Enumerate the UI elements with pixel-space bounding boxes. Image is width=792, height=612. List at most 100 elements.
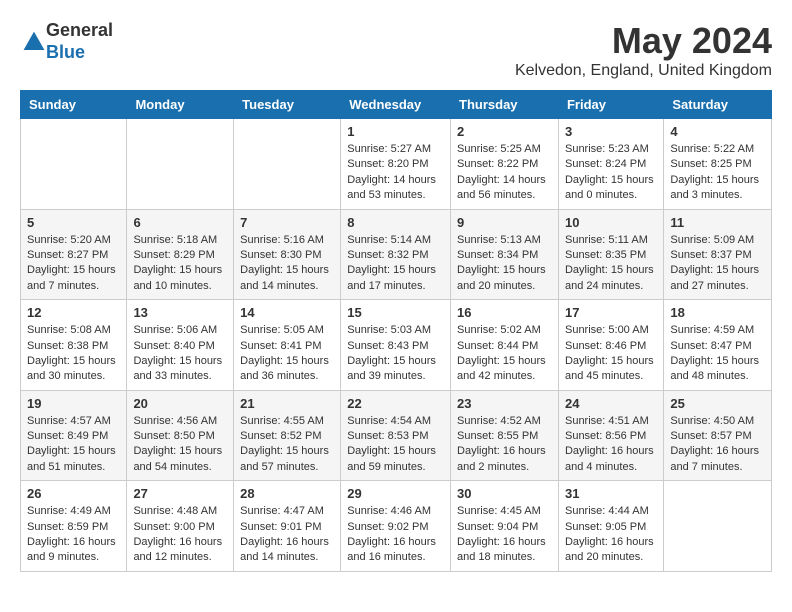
day-info: Sunrise: 5:02 AMSunset: 8:44 PMDaylight:… [457, 323, 552, 385]
calendar-cell: 16 Sunrise: 5:02 AMSunset: 8:44 PMDayligh… [451, 300, 559, 391]
day-info: Sunrise: 5:09 AMSunset: 8:37 PMDaylight:… [670, 233, 765, 295]
calendar-cell: 5Sunrise: 5:20 AMSunset: 8:27 PMDaylight… [21, 209, 127, 300]
day-info: Sunrise: 5:03 AMSunset: 8:43 PMDaylight:… [347, 323, 444, 385]
calendar-week-row: 5Sunrise: 5:20 AMSunset: 8:27 PMDaylight… [21, 209, 772, 300]
day-of-week-header: Monday [127, 91, 234, 119]
calendar-cell: 23 Sunrise: 4:52 AMSunset: 8:55 PMDayligh… [451, 390, 559, 481]
day-number: 19 [27, 396, 120, 411]
calendar-table: SundayMondayTuesdayWednesdayThursdayFrid… [20, 90, 772, 572]
day-number: 23 [457, 396, 552, 411]
calendar-cell: 29 Sunrise: 4:46 AMSunset: 9:02 PMDayligh… [341, 481, 451, 572]
day-number: 29 [347, 486, 444, 501]
day-info: Sunrise: 5:23 AMSunset: 8:24 PMDaylight:… [565, 142, 657, 204]
day-number: 26 [27, 486, 120, 501]
title-area: May 2024 Kelvedon, England, United Kingd… [515, 20, 772, 80]
day-info: Sunrise: 4:48 AMSunset: 9:00 PMDaylight:… [133, 504, 227, 566]
day-info: Sunrise: 4:44 AMSunset: 9:05 PMDaylight:… [565, 504, 657, 566]
calendar-cell: 26 Sunrise: 4:49 AMSunset: 8:59 PMDayligh… [21, 481, 127, 572]
day-number: 10 [565, 215, 657, 230]
day-number: 6 [133, 215, 227, 230]
day-number: 18 [670, 305, 765, 320]
day-number: 8 [347, 215, 444, 230]
day-info: Sunrise: 4:47 AMSunset: 9:01 PMDaylight:… [240, 504, 334, 566]
day-info: Sunrise: 5:13 AMSunset: 8:34 PMDaylight:… [457, 233, 552, 295]
day-number: 1 [347, 124, 444, 139]
day-number: 22 [347, 396, 444, 411]
day-number: 7 [240, 215, 334, 230]
calendar-cell [21, 119, 127, 210]
day-of-week-header: Friday [558, 91, 663, 119]
day-info: Sunrise: 4:49 AMSunset: 8:59 PMDaylight:… [27, 504, 120, 566]
day-info: Sunrise: 5:22 AMSunset: 8:25 PMDaylight:… [670, 142, 765, 204]
day-number: 5 [27, 215, 120, 230]
calendar-cell: 24Sunrise: 4:51 AMSunset: 8:56 PMDayligh… [558, 390, 663, 481]
location: Kelvedon, England, United Kingdom [515, 62, 772, 80]
day-number: 28 [240, 486, 334, 501]
day-info: Sunrise: 4:46 AMSunset: 9:02 PMDaylight:… [347, 504, 444, 566]
day-of-week-header: Saturday [664, 91, 772, 119]
calendar-cell: 14 Sunrise: 5:05 AMSunset: 8:41 PMDayligh… [234, 300, 341, 391]
calendar-cell [664, 481, 772, 572]
calendar-cell: 22 Sunrise: 4:54 AMSunset: 8:53 PMDayligh… [341, 390, 451, 481]
day-info: Sunrise: 4:57 AMSunset: 8:49 PMDaylight:… [27, 414, 120, 476]
day-number: 3 [565, 124, 657, 139]
calendar-header-row: SundayMondayTuesdayWednesdayThursdayFrid… [21, 91, 772, 119]
calendar-cell: 30Sunrise: 4:45 AMSunset: 9:04 PMDayligh… [451, 481, 559, 572]
day-number: 9 [457, 215, 552, 230]
calendar-cell: 25Sunrise: 4:50 AMSunset: 8:57 PMDayligh… [664, 390, 772, 481]
day-info: Sunrise: 4:52 AMSunset: 8:55 PMDaylight:… [457, 414, 552, 476]
calendar-cell: 13Sunrise: 5:06 AMSunset: 8:40 PMDayligh… [127, 300, 234, 391]
calendar-cell: 18 Sunrise: 4:59 AMSunset: 8:47 PMDayligh… [664, 300, 772, 391]
day-number: 16 [457, 305, 552, 320]
calendar-cell: 19 Sunrise: 4:57 AMSunset: 8:49 PMDayligh… [21, 390, 127, 481]
calendar-cell: 6Sunrise: 5:18 AMSunset: 8:29 PMDaylight… [127, 209, 234, 300]
day-number: 20 [133, 396, 227, 411]
day-info: Sunrise: 5:05 AMSunset: 8:41 PMDaylight:… [240, 323, 334, 385]
calendar-cell: 21Sunrise: 4:55 AMSunset: 8:52 PMDayligh… [234, 390, 341, 481]
day-info: Sunrise: 4:56 AMSunset: 8:50 PMDaylight:… [133, 414, 227, 476]
calendar-cell: 3 Sunrise: 5:23 AMSunset: 8:24 PMDaylight… [558, 119, 663, 210]
calendar-week-row: 19 Sunrise: 4:57 AMSunset: 8:49 PMDayligh… [21, 390, 772, 481]
day-number: 21 [240, 396, 334, 411]
day-number: 2 [457, 124, 552, 139]
day-info: Sunrise: 4:54 AMSunset: 8:53 PMDaylight:… [347, 414, 444, 476]
calendar-cell: 9 Sunrise: 5:13 AMSunset: 8:34 PMDaylight… [451, 209, 559, 300]
calendar-cell: 8Sunrise: 5:14 AMSunset: 8:32 PMDaylight… [341, 209, 451, 300]
day-info: Sunrise: 5:25 AMSunset: 8:22 PMDaylight:… [457, 142, 552, 204]
calendar-cell [234, 119, 341, 210]
calendar-cell: 15Sunrise: 5:03 AMSunset: 8:43 PMDayligh… [341, 300, 451, 391]
day-info: Sunrise: 4:59 AMSunset: 8:47 PMDaylight:… [670, 323, 765, 385]
day-of-week-header: Thursday [451, 91, 559, 119]
logo: General Blue [20, 20, 113, 63]
day-info: Sunrise: 5:00 AMSunset: 8:46 PMDaylight:… [565, 323, 657, 385]
day-of-week-header: Tuesday [234, 91, 341, 119]
page-header: General Blue May 2024 Kelvedon, England,… [20, 20, 772, 80]
logo-general: General [46, 20, 113, 42]
calendar-cell: 28 Sunrise: 4:47 AMSunset: 9:01 PMDayligh… [234, 481, 341, 572]
day-number: 14 [240, 305, 334, 320]
calendar-cell: 7Sunrise: 5:16 AMSunset: 8:30 PMDaylight… [234, 209, 341, 300]
day-number: 4 [670, 124, 765, 139]
calendar-cell: 1 Sunrise: 5:27 AMSunset: 8:20 PMDaylight… [341, 119, 451, 210]
day-info: Sunrise: 5:27 AMSunset: 8:20 PMDaylight:… [347, 142, 444, 204]
day-number: 13 [133, 305, 227, 320]
day-number: 17 [565, 305, 657, 320]
calendar-cell: 2 Sunrise: 5:25 AMSunset: 8:22 PMDaylight… [451, 119, 559, 210]
day-info: Sunrise: 5:08 AMSunset: 8:38 PMDaylight:… [27, 323, 120, 385]
day-info: Sunrise: 5:11 AMSunset: 8:35 PMDaylight:… [565, 233, 657, 295]
month-title: May 2024 [515, 20, 772, 62]
day-of-week-header: Sunday [21, 91, 127, 119]
logo-blue: Blue [46, 42, 113, 64]
day-number: 11 [670, 215, 765, 230]
calendar-cell: 11 Sunrise: 5:09 AMSunset: 8:37 PMDayligh… [664, 209, 772, 300]
day-number: 30 [457, 486, 552, 501]
day-number: 31 [565, 486, 657, 501]
calendar-cell: 4 Sunrise: 5:22 AMSunset: 8:25 PMDaylight… [664, 119, 772, 210]
day-info: Sunrise: 4:51 AMSunset: 8:56 PMDaylight:… [565, 414, 657, 476]
calendar-week-row: 12 Sunrise: 5:08 AMSunset: 8:38 PMDayligh… [21, 300, 772, 391]
logo-text: General Blue [46, 20, 113, 63]
calendar-cell: 10 Sunrise: 5:11 AMSunset: 8:35 PMDayligh… [558, 209, 663, 300]
calendar-cell: 20 Sunrise: 4:56 AMSunset: 8:50 PMDayligh… [127, 390, 234, 481]
day-number: 12 [27, 305, 120, 320]
day-info: Sunrise: 4:50 AMSunset: 8:57 PMDaylight:… [670, 414, 765, 476]
